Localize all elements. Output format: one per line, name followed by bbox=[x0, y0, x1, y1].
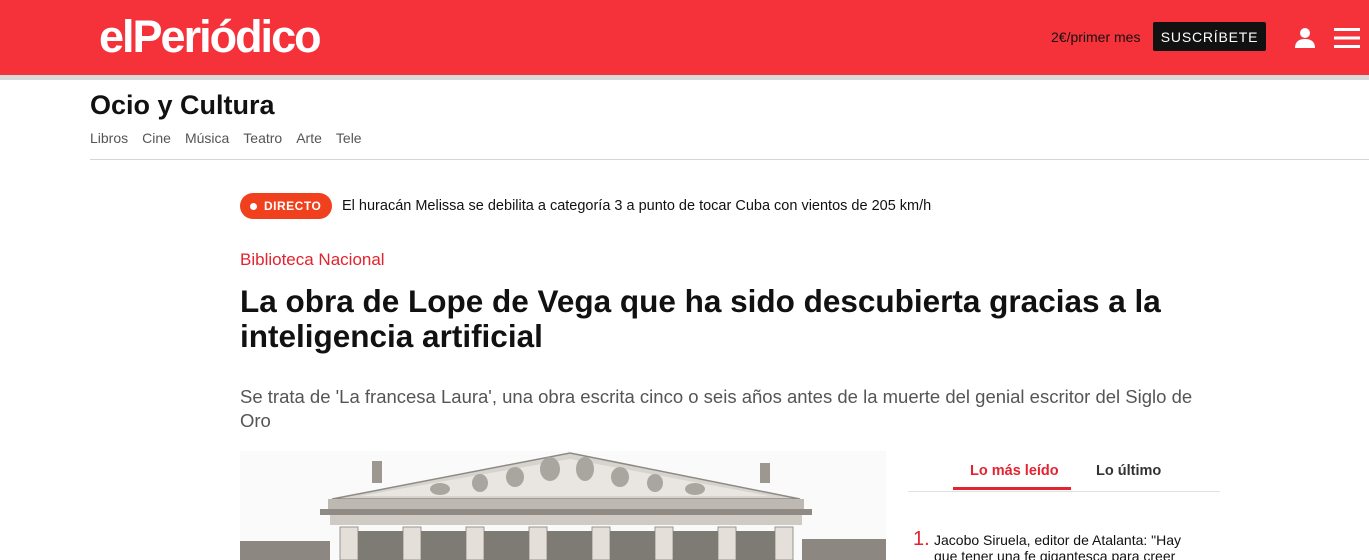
article-photo bbox=[240, 451, 886, 560]
live-badge-label: DIRECTO bbox=[264, 199, 322, 213]
building-facade-image bbox=[240, 451, 886, 560]
most-read-item-link[interactable]: Jacobo Siruela, editor de Atalanta: "Hay… bbox=[934, 532, 1204, 560]
subscribe-button[interactable]: SUSCRÍBETE bbox=[1153, 22, 1266, 51]
header-shadow bbox=[0, 75, 1369, 80]
tabs-divider bbox=[908, 491, 1220, 492]
section-nav-libros[interactable]: Libros bbox=[90, 130, 128, 146]
live-headline-link[interactable]: El huracán Melissa se debilita a categor… bbox=[342, 198, 931, 214]
section-nav-cine[interactable]: Cine bbox=[142, 130, 171, 146]
tab-most-read[interactable]: Lo más leído bbox=[970, 463, 1059, 479]
article-kicker[interactable]: Biblioteca Nacional bbox=[240, 250, 385, 270]
section-nav-musica[interactable]: Música bbox=[185, 130, 229, 146]
rank-number: 1. bbox=[913, 528, 930, 550]
user-icon[interactable] bbox=[1293, 26, 1317, 50]
most-read-tabs: Lo más leído Lo último bbox=[908, 456, 1220, 492]
section-nav-teatro[interactable]: Teatro bbox=[243, 130, 282, 146]
article-headline: La obra de Lope de Vega que ha sido desc… bbox=[240, 283, 1161, 354]
section-divider bbox=[90, 159, 1369, 160]
hamburger-menu-icon[interactable] bbox=[1334, 27, 1360, 49]
tab-latest[interactable]: Lo último bbox=[1096, 463, 1161, 479]
live-dot-icon bbox=[250, 202, 257, 210]
site-logo[interactable]: elPeriódico bbox=[99, 11, 322, 63]
article-subhead: Se trata de 'La francesa Laura', una obr… bbox=[240, 386, 1193, 431]
section-title[interactable]: Ocio y Cultura bbox=[90, 90, 275, 121]
live-badge[interactable]: DIRECTO bbox=[240, 193, 332, 219]
active-tab-indicator bbox=[953, 487, 1071, 490]
subscription-promo: 2€/primer mes bbox=[1051, 29, 1141, 45]
section-nav-arte[interactable]: Arte bbox=[296, 130, 322, 146]
section-nav: Libros Cine Música Teatro Arte Tele bbox=[90, 130, 362, 146]
section-nav-tele[interactable]: Tele bbox=[336, 130, 362, 146]
